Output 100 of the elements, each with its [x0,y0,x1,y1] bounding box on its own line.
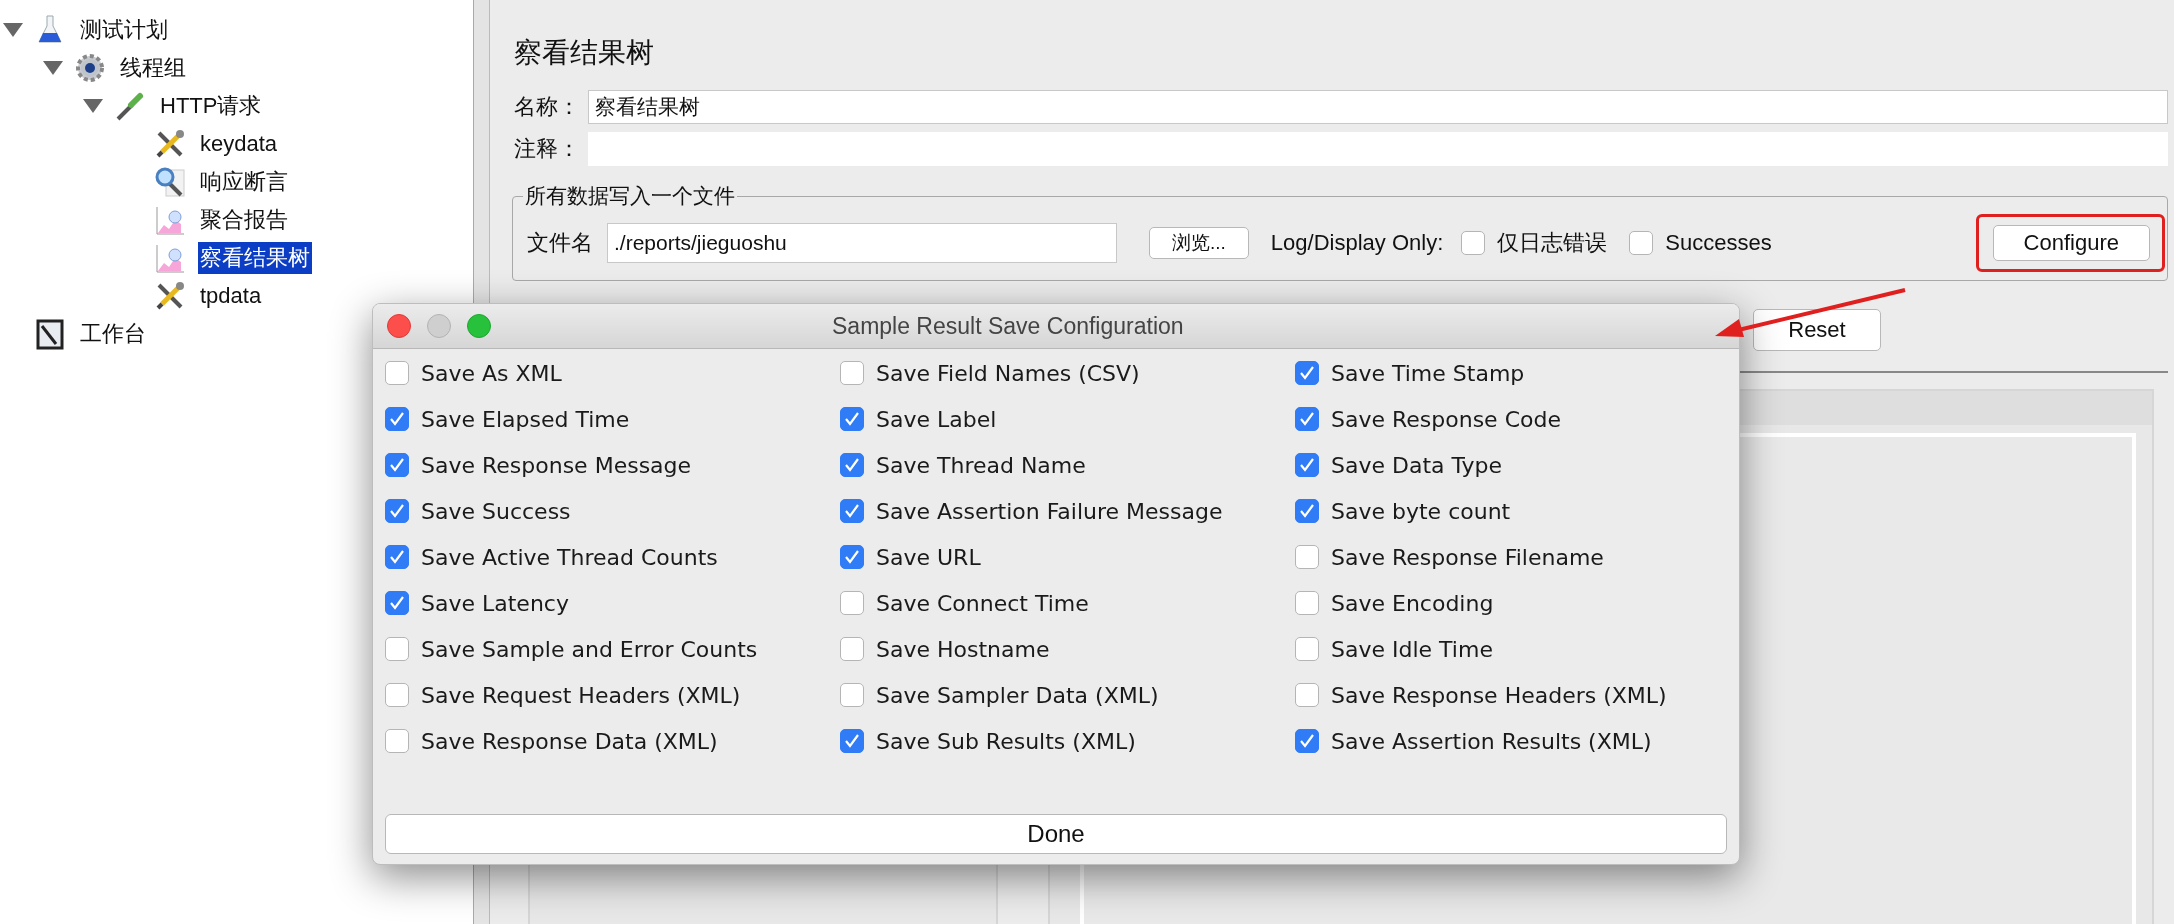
expander-icon[interactable] [82,98,104,114]
chart-icon [154,242,186,274]
tools-icon [154,128,186,160]
checkbox[interactable] [1295,683,1319,707]
done-button[interactable]: Done [385,814,1727,854]
close-button[interactable] [387,314,411,338]
checkbox-label: Save Response Code [1331,406,1561,432]
checkbox-label: Save Elapsed Time [421,406,630,432]
checkbox[interactable] [1295,591,1319,615]
checkbox[interactable] [840,361,864,385]
checkmark-icon [388,456,406,474]
checkmark-icon [1298,502,1316,520]
gear-icon [74,52,106,84]
tree-item[interactable]: tpdata [198,282,264,310]
checkbox-label: Save Label [876,406,997,432]
checkbox[interactable] [1295,729,1319,753]
checkbox-label: Save byte count [1331,498,1511,524]
checkbox-label: Save Idle Time [1331,636,1493,662]
checkbox[interactable] [1295,361,1319,385]
checkbox[interactable] [385,499,409,523]
checkbox[interactable] [840,499,864,523]
checkbox-label: Save Active Thread Counts [421,544,718,570]
checkbox-label: Save Field Names (CSV) [876,360,1140,386]
checkbox[interactable] [840,591,864,615]
field-label: Log/Display Only: [1270,230,1444,256]
checkmark-icon [843,502,861,520]
maximize-button[interactable] [467,314,491,338]
checkmark-icon [1298,364,1316,382]
checkbox-label: Save Response Data (XML) [421,728,718,754]
checkbox[interactable] [385,683,409,707]
tree-item[interactable]: 测试计划 [78,14,170,46]
checkbox-label: Save Assertion Results (XML) [1331,728,1652,754]
checkbox[interactable] [840,453,864,477]
pipette-icon [114,90,146,122]
checkbox[interactable] [840,729,864,753]
tree-item[interactable]: 线程组 [118,52,188,84]
checkmark-icon [1298,456,1316,474]
checkbox-label: Save Sample and Error Counts [421,636,758,662]
checkbox[interactable] [840,545,864,569]
checkmark-icon [843,548,861,566]
checkbox[interactable] [840,683,864,707]
tools-icon [154,280,186,312]
group-legend: 所有数据写入一个文件 [523,182,737,210]
panel-title: 察看结果树 [514,36,655,70]
checkmark-icon [843,732,861,750]
dialog-title: Sample Result Save Configuration [832,312,1184,340]
checkbox[interactable] [1295,545,1319,569]
tree-item[interactable]: 察看结果树 [198,242,312,274]
tree-item[interactable]: 工作台 [78,318,148,350]
magnifier-icon [154,166,186,198]
checkbox[interactable] [1461,231,1486,255]
checkmark-icon [388,594,406,612]
checkbox[interactable] [385,361,409,385]
tree-item[interactable]: keydata [198,130,280,158]
checkbox-label: Save As XML [421,360,562,386]
checkbox[interactable] [1295,499,1319,523]
checkbox-label: Save Request Headers (XML) [421,682,741,708]
field-label: 文件名 [526,229,594,257]
checkbox-label: Save Sub Results (XML) [876,728,1136,754]
checkbox[interactable] [1295,453,1319,477]
checkbox[interactable] [1629,231,1654,255]
checkbox-label: 仅日志错误 [1497,229,1608,257]
checkbox[interactable] [1295,637,1319,661]
checkbox[interactable] [385,729,409,753]
checkbox-label: Save Assertion Failure Message [876,498,1223,524]
checkbox-label: Save Latency [421,590,569,616]
checkbox-label: Save Encoding [1331,590,1494,616]
checkbox[interactable] [840,407,864,431]
checkbox-label: Save Connect Time [876,590,1089,616]
checkbox-label: Save Sampler Data (XML) [876,682,1159,708]
checkbox-label: Save Success [421,498,571,524]
checkbox-label: Save URL [876,544,981,570]
checkbox[interactable] [840,637,864,661]
notepad-icon [34,318,66,350]
checkbox[interactable] [1295,407,1319,431]
checkmark-icon [843,456,861,474]
checkbox[interactable] [385,407,409,431]
checkmark-icon [843,410,861,428]
checkbox[interactable] [385,591,409,615]
configure-button[interactable]: Configure [1992,225,2150,261]
checkbox-label: Save Time Stamp [1331,360,1525,386]
expander-icon[interactable] [42,60,64,76]
checkbox-label: Save Thread Name [876,452,1086,478]
checkbox[interactable] [385,637,409,661]
checkbox-label: Save Hostname [876,636,1050,662]
checkmark-icon [1298,410,1316,428]
tree-item[interactable]: 响应断言 [198,166,290,198]
name-field[interactable]: 察看结果树 [588,90,2168,124]
browse-button[interactable]: 浏览... [1149,227,1249,259]
tree-item[interactable]: HTTP请求 [158,90,264,122]
filename-field[interactable]: ./reports/jieguoshu [607,223,1117,263]
checkbox-label: Save Data Type [1331,452,1503,478]
tree-item[interactable]: 聚合报告 [198,204,290,236]
checkbox-label: Successes [1665,230,1772,256]
expander-icon[interactable] [2,22,24,38]
checkbox[interactable] [385,453,409,477]
chart-icon [154,204,186,236]
field-label: 名称： [513,93,581,121]
reset-button[interactable]: Reset [1753,309,1881,351]
checkbox[interactable] [385,545,409,569]
